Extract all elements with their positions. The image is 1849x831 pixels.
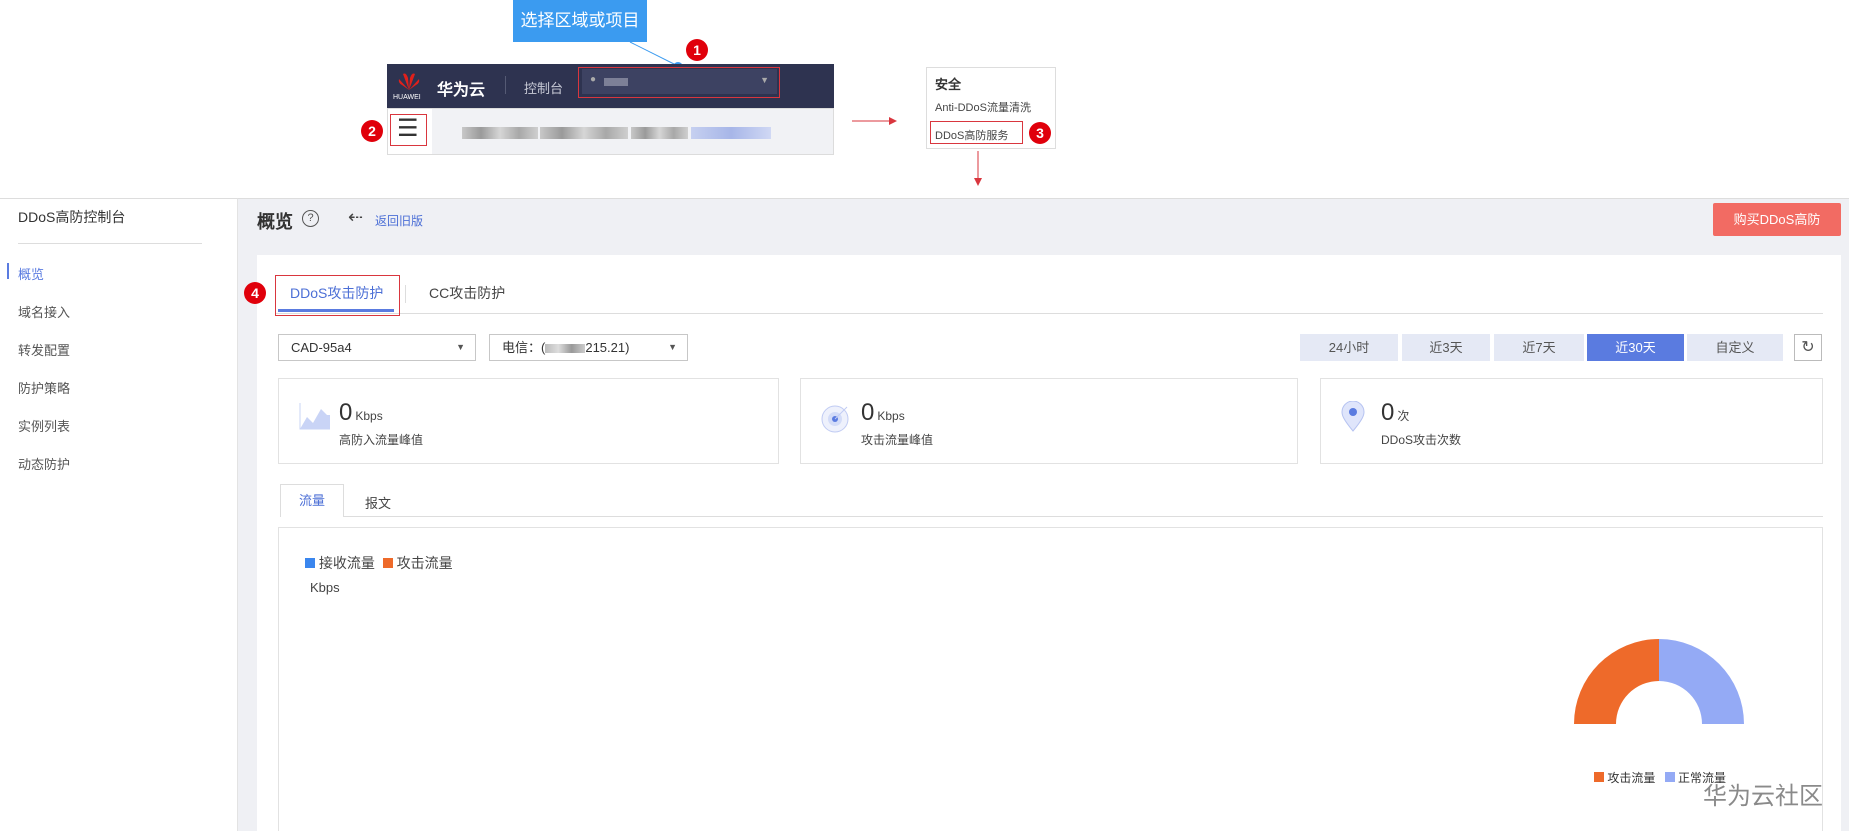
instance-select[interactable]: CAD-95a4 ▼ [278,334,476,361]
range-custom[interactable]: 自定义 [1687,334,1783,361]
stat-value: 0 [861,399,875,426]
sidebar-item-dynamic[interactable]: 动态防护 [18,454,70,473]
subtab-packets[interactable]: 报文 [365,493,391,512]
console-link[interactable]: 控制台 [524,78,563,97]
marker-4: 4 [244,282,266,304]
sidebar: DDoS高防控制台 概览 域名接入 转发配置 防护策略 实例列表 动态防护 [0,198,238,831]
range-30d[interactable]: 近30天 [1587,334,1684,361]
help-icon[interactable]: ? [302,210,319,227]
sidebar-item-policy[interactable]: 防护策略 [18,378,70,397]
menu-category: 安全 [935,77,962,92]
range-7d[interactable]: 近7天 [1494,334,1584,361]
menu-item-anti-ddos[interactable]: Anti-DDoS流量清洗 [935,99,1031,115]
subtab-traffic[interactable]: 流量 [280,484,344,517]
marker-1: 1 [686,39,708,61]
stat-card-attack-count: 0次 DDoS攻击次数 [1320,378,1823,464]
line-suffix: 215.21) [585,340,630,355]
sidebar-title: DDoS高防控制台 [18,209,126,225]
stat-label: DDoS攻击次数 [1381,433,1462,447]
stat-label: 攻击流量峰值 [861,433,934,447]
page-title: 概览 [257,212,293,232]
location-pin-icon [1341,401,1365,432]
half-donut-chart [1574,639,1744,724]
highlight-ddos-tab [275,275,400,316]
legend-attack-traffic[interactable]: 攻击流量 [1607,771,1655,785]
stat-card-attack-peak: 0 Kbps 攻击流量峰值 [800,378,1298,464]
legend-received[interactable]: 接收流量 [319,555,375,571]
annotation-lines [629,41,982,186]
donut-slice-0[interactable] [1574,639,1659,724]
highlight-region [578,67,780,98]
marker-2: 2 [361,120,383,142]
chart-area: 接收流量 攻击流量 Kbps 攻击流量 正常流量 [278,527,1823,831]
area-chart-icon [299,403,330,430]
legend-swatch [1594,772,1604,782]
brand-name: 华为云 [437,82,486,99]
logo-text: HUAWEI [393,94,421,101]
sidebar-item-overview[interactable]: 概览 [18,264,44,283]
marker-3: 3 [1029,122,1051,144]
y-axis-unit: Kbps [310,580,340,595]
stat-value: 0 [1381,399,1395,426]
buy-ddos-button[interactable]: 购买DDoS高防 [1713,203,1841,236]
instance-value: CAD-95a4 [291,340,352,355]
target-icon [821,405,849,433]
legend-swatch [305,558,315,568]
range-24h[interactable]: 24小时 [1300,334,1398,361]
stat-card-inbound-peak: 0 Kbps 高防入流量峰值 [278,378,779,464]
active-indicator [7,263,9,279]
chevron-down-icon: ▼ [668,342,677,352]
watermark: 华为云社区 [1703,783,1823,810]
range-3d[interactable]: 近3天 [1402,334,1490,361]
chevron-down-icon: ▼ [456,342,465,352]
highlight-ddos-service [930,121,1023,144]
highlight-menu [390,114,427,146]
stat-unit: Kbps [877,409,905,423]
back-old-version-link[interactable]: 返回旧版 [375,212,423,229]
tab-cc[interactable]: CC攻击防护 [429,283,505,303]
line-prefix: 电信：( [502,340,546,355]
back-icon: ⇠ [348,207,364,227]
stat-value: 0 [339,399,353,426]
stat-label: 高防入流量峰值 [339,433,424,447]
refresh-icon[interactable]: ↻ [1794,334,1822,361]
sidebar-item-instances[interactable]: 实例列表 [18,416,70,435]
stat-unit: 次 [1397,409,1410,423]
line-chart-legend: 接收流量 攻击流量 [305,553,453,573]
legend-attack[interactable]: 攻击流量 [397,555,453,571]
donut-slice-1[interactable] [1659,639,1744,724]
console-subbar: ☰ [387,108,834,155]
stat-unit: Kbps [355,409,383,423]
huawei-logo-icon [398,73,420,90]
line-select[interactable]: 电信：( 215.21) ▼ [489,334,688,361]
legend-swatch [382,558,393,568]
sidebar-item-forwarding[interactable]: 转发配置 [18,340,70,359]
sidebar-item-domain[interactable]: 域名接入 [18,302,70,321]
legend-swatch [1664,772,1675,782]
